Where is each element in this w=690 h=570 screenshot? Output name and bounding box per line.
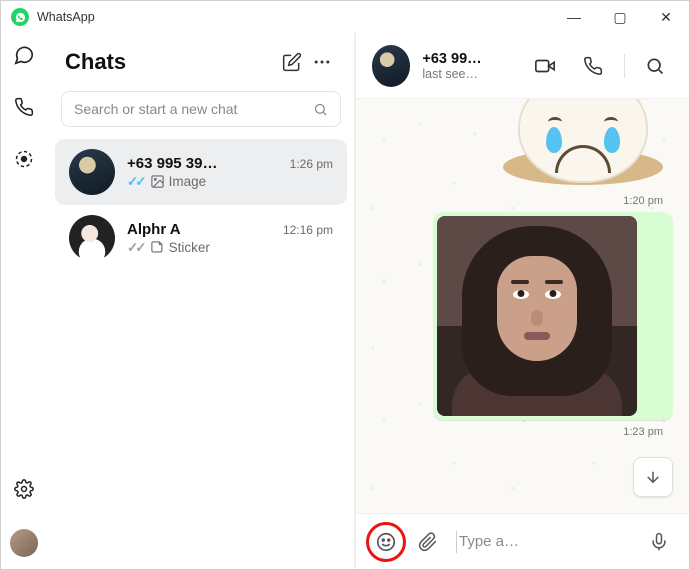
avatar	[69, 215, 115, 261]
conversation-subtitle: last see…	[422, 67, 502, 81]
chats-more-button[interactable]	[307, 47, 337, 77]
conversation-header: +63 99… last see…	[356, 33, 689, 99]
rail-calls-icon[interactable]	[12, 95, 36, 119]
conversation-panel: +63 99… last see…	[355, 33, 689, 569]
message-gif[interactable]	[433, 212, 673, 420]
voice-call-button[interactable]	[575, 46, 612, 86]
divider	[624, 54, 625, 78]
search-input[interactable]: Search or start a new chat	[61, 91, 341, 127]
conversation-body[interactable]: 1:20 pm	[356, 99, 689, 513]
search-icon	[313, 102, 328, 117]
rail-user-avatar[interactable]	[10, 529, 38, 557]
emoji-button[interactable]	[372, 528, 400, 556]
message-input[interactable]: Type a…	[456, 531, 631, 553]
chat-time: 1:26 pm	[290, 157, 333, 171]
rail-chats-icon[interactable]	[12, 43, 36, 67]
chat-list-item[interactable]: +63 995 39… 1:26 pm ✓✓ Image	[55, 139, 347, 205]
read-receipt-icon: ✓✓	[127, 240, 144, 256]
chats-panel: Chats Search or start a new chat	[47, 33, 355, 569]
conversation-search-button[interactable]	[636, 46, 673, 86]
avatar	[69, 149, 115, 195]
chat-time: 12:16 pm	[283, 223, 333, 237]
message-sticker[interactable]	[493, 99, 673, 193]
read-receipt-icon: ✓✓	[127, 174, 144, 190]
image-icon	[150, 174, 165, 189]
composer: Type a…	[356, 513, 689, 569]
window-minimize-button[interactable]: —	[551, 1, 597, 33]
left-rail	[1, 33, 47, 569]
chat-list: +63 995 39… 1:26 pm ✓✓ Image	[47, 139, 355, 569]
rail-settings-icon[interactable]	[12, 477, 36, 501]
window-close-button[interactable]: ✕	[643, 1, 689, 33]
titlebar: WhatsApp — ▢ ✕	[1, 1, 689, 33]
message-time: 1:20 pm	[437, 193, 669, 208]
app-title: WhatsApp	[37, 10, 95, 24]
new-chat-button[interactable]	[277, 47, 307, 77]
video-call-button[interactable]	[526, 46, 563, 86]
scroll-to-bottom-button[interactable]	[633, 457, 673, 497]
message-placeholder: Type a…	[459, 533, 519, 550]
chat-list-item[interactable]: Alphr A 12:16 pm ✓✓ Sticker	[55, 205, 347, 271]
conversation-avatar[interactable]	[372, 45, 410, 87]
voice-message-button[interactable]	[645, 528, 673, 556]
rail-status-icon[interactable]	[12, 147, 36, 171]
sticker-icon	[150, 240, 165, 255]
window-maximize-button[interactable]: ▢	[597, 1, 643, 33]
conversation-title: +63 99…	[422, 51, 502, 67]
chat-name: +63 995 39…	[127, 155, 290, 172]
chats-title: Chats	[65, 49, 277, 75]
chat-name: Alphr A	[127, 221, 283, 238]
attach-button[interactable]	[414, 528, 442, 556]
message-time: 1:23 pm	[437, 424, 669, 439]
last-msg-type: Image	[169, 174, 207, 189]
whatsapp-logo-icon	[11, 8, 29, 26]
search-placeholder: Search or start a new chat	[74, 101, 305, 117]
last-msg-type: Sticker	[169, 240, 210, 255]
